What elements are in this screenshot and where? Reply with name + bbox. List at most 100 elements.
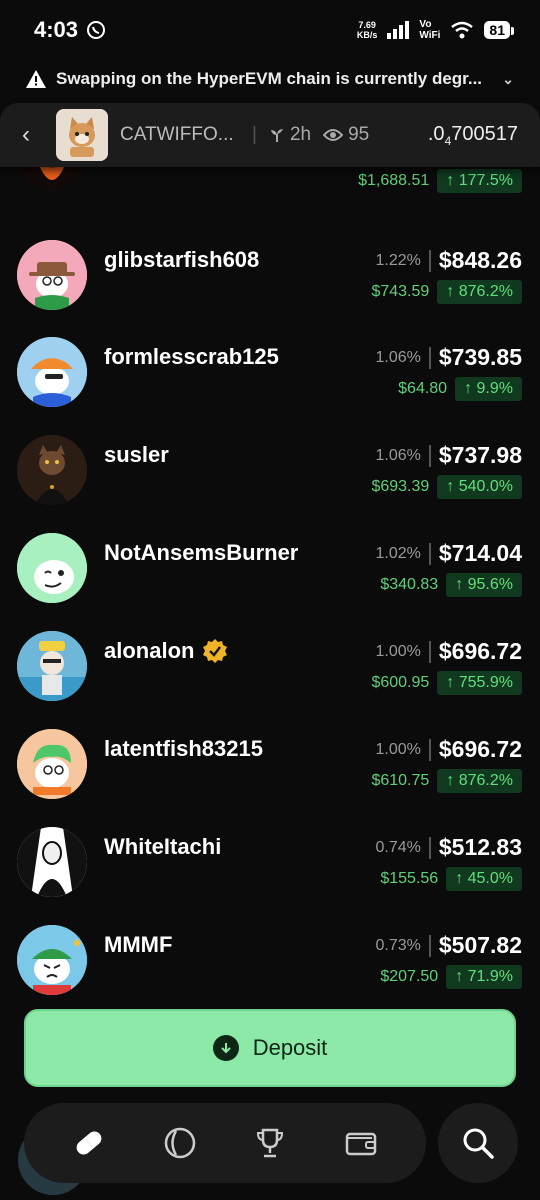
avatar: [17, 337, 87, 407]
gain-badge: ↑ 876.2%: [437, 769, 522, 793]
pnl-value: $1,688.51: [358, 172, 430, 189]
holding-percent: 1.06%: [375, 446, 421, 464]
holding-percent: 0.74%: [375, 838, 421, 856]
banner-text: Swapping on the HyperEVM chain is curren…: [56, 69, 483, 88]
avatar: [17, 435, 87, 505]
row-top: 1.22% $848.26: [375, 247, 522, 274]
divider: [428, 249, 431, 272]
list-item[interactable]: NotAnsemsBurner 1.02% $714.04 $340.83 ↑ …: [0, 521, 540, 619]
divider: [428, 640, 431, 663]
nav-wallet-icon[interactable]: [339, 1121, 383, 1165]
deposit-button[interactable]: Deposit: [24, 1009, 516, 1087]
signal-icon: [387, 21, 410, 39]
row-stats: $155.56 ↑ 45.0%: [380, 867, 522, 891]
back-arrow-icon[interactable]: ‹: [22, 121, 44, 149]
wifi-icon: [451, 21, 474, 39]
gain-badge: ↑ 9.9%: [455, 377, 522, 401]
divider: [428, 444, 431, 467]
list-item[interactable]: WhiteItachi 0.74% $512.83 $155.56 ↑ 45.0…: [0, 815, 540, 913]
row-stats: $207.50 ↑ 71.9%: [380, 965, 522, 989]
vowifi-label: Vo WiFi: [419, 19, 441, 41]
divider: [428, 934, 431, 957]
sprout-icon: [270, 129, 283, 142]
list-item[interactable]: glibstarfish608 1.22% $848.26 $743.59 ↑ …: [0, 228, 540, 326]
token-header: ‹ CATWIFFO... | 2h 95 .04700517: [0, 103, 540, 167]
holding-value: $737.98: [438, 442, 522, 468]
nav-circle-icon[interactable]: [158, 1121, 202, 1165]
status-bar: 4:03 7.69 KB/s Vo WiFi 81: [0, 0, 540, 60]
list-item-partial[interactable]: $1,688.51 ↑ 177.5%: [0, 160, 540, 228]
gain-badge: ↑ 177.5%: [437, 169, 522, 193]
holding-value: $848.26: [438, 247, 522, 273]
avatar: [17, 240, 87, 310]
holding-value: $512.83: [438, 834, 522, 860]
eye-icon: [323, 129, 344, 141]
holders-list: $1,688.51 ↑ 177.5% glibstarfish608 1.22%…: [0, 160, 540, 1005]
holder-name: MMMF: [104, 932, 173, 957]
pnl-value: $693.39: [371, 478, 430, 495]
list-item[interactable]: formlesscrab125 1.06% $739.85 $64.80 ↑ 9…: [0, 325, 540, 423]
row-stats: $340.83 ↑ 95.6%: [380, 573, 522, 597]
holding-percent: 1.22%: [375, 251, 421, 269]
chevron-down-icon[interactable]: ⌄: [502, 71, 514, 88]
holding-percent: 1.02%: [375, 544, 421, 562]
row-top: 0.74% $512.83: [375, 834, 522, 861]
avatar: [17, 631, 87, 701]
warning-banner[interactable]: Swapping on the HyperEVM chain is curren…: [0, 60, 540, 98]
holder-name: alonalon: [104, 638, 228, 664]
viewer-count: 95: [323, 124, 369, 146]
holding-value: $739.85: [438, 344, 522, 370]
gain-badge: ↑ 540.0%: [437, 475, 522, 499]
holder-name: formlesscrab125: [104, 344, 279, 369]
holder-name: susler: [104, 442, 169, 467]
holding-value: $714.04: [438, 540, 522, 566]
holder-name: WhiteItachi: [104, 834, 222, 859]
pnl-value: $207.50: [380, 968, 439, 985]
row-top: 1.06% $739.85: [375, 344, 522, 371]
search-button[interactable]: [438, 1103, 518, 1183]
nav-trophy-icon[interactable]: [248, 1121, 292, 1165]
list-item[interactable]: MMMF 0.73% $507.82 $207.50 ↑ 71.9%: [0, 913, 540, 1005]
row-stats: $600.95 ↑ 755.9%: [371, 671, 522, 695]
row-top: 1.00% $696.72: [375, 736, 522, 763]
status-right: 7.69 KB/s Vo WiFi 81: [356, 19, 514, 41]
pnl-value: $155.56: [380, 870, 439, 887]
token-age: 2h: [269, 124, 311, 146]
list-item[interactable]: susler 1.06% $737.98 $693.39 ↑ 540.0%: [0, 423, 540, 521]
holding-percent: 1.06%: [375, 348, 421, 366]
whatsapp-icon: [87, 21, 106, 39]
list-item[interactable]: latentfish83215 1.00% $696.72 $610.75 ↑ …: [0, 717, 540, 815]
divider: [428, 542, 431, 565]
row-stats: $610.75 ↑ 876.2%: [371, 769, 522, 793]
holding-percent: 0.73%: [375, 936, 421, 954]
avatar: [17, 729, 87, 799]
warning-icon: [26, 70, 46, 88]
token-avatar: [56, 109, 108, 161]
cat-image: [56, 109, 108, 161]
row-stats: $693.39 ↑ 540.0%: [371, 475, 522, 499]
avatar: [17, 533, 87, 603]
gain-badge: ↑ 876.2%: [437, 280, 522, 304]
token-name: CATWIFFO...: [120, 124, 234, 145]
holding-value: $696.72: [438, 736, 522, 762]
row-stats: $64.80 ↑ 9.9%: [398, 377, 522, 401]
status-time: 4:03: [34, 17, 79, 42]
holding-percent: 1.00%: [375, 740, 421, 758]
nav-pill-icon[interactable]: [67, 1121, 111, 1165]
gain-badge: ↑ 95.6%: [446, 573, 522, 597]
list-item[interactable]: alonalon 1.00% $696.72 $600.95 ↑ 755.9%: [0, 619, 540, 717]
gain-badge: ↑ 45.0%: [446, 867, 522, 891]
divider: |: [252, 124, 257, 145]
row-top: 1.00% $696.72: [375, 638, 522, 665]
avatar: [17, 925, 87, 995]
row-top: 0.73% $507.82: [375, 932, 522, 959]
pnl-value: $64.80: [398, 380, 448, 397]
battery-indicator: 81: [484, 21, 514, 39]
gain-badge: ↑ 71.9%: [446, 965, 522, 989]
holding-value: $507.82: [438, 932, 522, 958]
divider: [428, 346, 431, 369]
net-speed: 7.69 KB/s: [356, 20, 378, 40]
holder-name: latentfish83215: [104, 736, 263, 761]
holding-value: $696.72: [438, 638, 522, 664]
holder-name: glibstarfish608: [104, 247, 260, 272]
